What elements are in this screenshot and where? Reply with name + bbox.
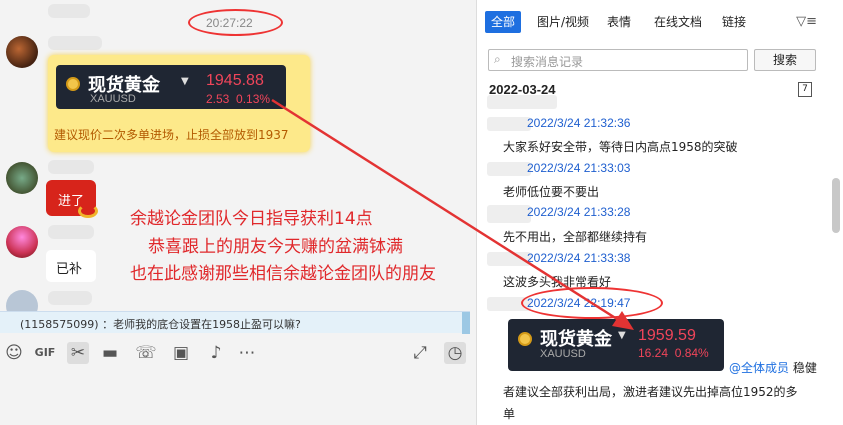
message-text: 老师低位要不要出 (503, 185, 600, 199)
search-button[interactable]: 搜索 (754, 49, 816, 71)
gold-ticker-card[interactable]: 现货黄金 ▼ XAUUSD 1959.59 16.24 0.84% (508, 319, 724, 371)
tab-stickers[interactable]: 表情 (607, 11, 631, 33)
blurred-name (48, 36, 102, 50)
bell-icon[interactable]: ♪ (205, 342, 227, 364)
phone-icon[interactable]: ☏ (135, 342, 157, 364)
image-icon[interactable]: ▣ (170, 342, 192, 364)
ticker-change: 16.24 0.84% (638, 346, 709, 360)
avatar[interactable] (6, 162, 38, 194)
gold-coin-icon (66, 77, 80, 91)
promo-line: 也在此感谢那些相信余越论金团队的朋友 (130, 264, 436, 284)
input-toolbar: ☺ GIF ✂ ▬ ☏ ▣ ♪ ⋯ ⤢ ◷ (0, 336, 476, 370)
gold-ticker-card[interactable]: 现货黄金 ▼ XAUUSD 1945.88 2.53 0.13% (56, 65, 286, 109)
chevron-down-icon: ▼ (618, 330, 626, 341)
ticker-code: XAUUSD (90, 93, 136, 105)
tab-docs[interactable]: 在线文档 (654, 11, 702, 33)
message-time: 2022/3/24 21:33:38 (527, 251, 631, 265)
tab-all[interactable]: 全部 (485, 11, 522, 33)
message-time: 2022/3/24 21:32:36 (527, 116, 631, 130)
annotation-circle (188, 9, 283, 36)
message-text: 者建议全部获利出局，激进者建议先出掉高位1952的多 (503, 385, 798, 399)
ticker-code: XAUUSD (540, 348, 586, 360)
blurred-name (487, 162, 531, 176)
message-text: 大家系好安全带，等待日内高点1958的突破 (503, 140, 738, 154)
avatar[interactable] (6, 36, 38, 68)
blurred-name (48, 291, 92, 305)
tab-media[interactable]: 图片/视频 (537, 11, 589, 33)
notice-scroll-handle[interactable] (462, 312, 470, 334)
blurred-name (48, 225, 94, 239)
search-placeholder: 搜索消息记录 (511, 55, 584, 69)
promo-line: 恭喜跟上的朋友今天赚的盆满钵满 (148, 237, 403, 257)
message-text: 单 (503, 407, 516, 421)
mention-text: @全体成员 稳健 (729, 359, 817, 376)
folder-icon[interactable]: ▬ (99, 342, 121, 364)
message-text: 已补 (56, 262, 83, 277)
avatar[interactable] (6, 226, 38, 258)
search-input[interactable]: ⌕ 搜索消息记录 (488, 49, 748, 71)
mention-suffix: 稳健 (789, 361, 817, 375)
blurred-name (487, 117, 531, 131)
blurred-name (487, 205, 531, 223)
message-time: 2022/3/24 21:33:03 (527, 161, 631, 175)
history-icon[interactable]: ◷ (444, 342, 466, 364)
scrollbar[interactable] (832, 110, 840, 425)
blurred-name (487, 252, 531, 266)
scroll-thumb[interactable] (832, 178, 840, 233)
calendar-icon[interactable]: 7 (798, 82, 812, 97)
blurred-text (487, 95, 557, 109)
message-bubble[interactable]: 已补 (46, 250, 96, 282)
mention-all-link[interactable]: @全体成员 (729, 361, 789, 375)
filter-icon[interactable]: ▽≡ (796, 14, 817, 29)
chevron-down-icon: ▼ (181, 76, 189, 87)
gold-coin-icon (518, 332, 532, 346)
gif-icon[interactable]: GIF (34, 342, 56, 364)
more-icon[interactable]: ⋯ (236, 342, 258, 364)
blurred-name (48, 4, 90, 18)
notice-bar[interactable]: (1158575099) ：老师我的底仓设置在1958止盈可以嘛? (0, 311, 470, 334)
promo-line: 余越论金团队今日指导获利14点 (130, 209, 373, 229)
expand-icon[interactable]: ⤢ (409, 342, 431, 364)
trade-advice: 建议现价二次多单进场，止损全部放到1937 (54, 128, 289, 142)
ticker-price: 1945.88 (206, 72, 264, 89)
search-icon: ⌕ (494, 52, 501, 66)
message-time: 2022/3/24 21:33:28 (527, 205, 631, 219)
ticker-change: 2.53 0.13% (206, 92, 271, 106)
history-pane: 全部 图片/视频 表情 在线文档 链接 ▽≡ ⌕ 搜索消息记录 搜索 2022-… (476, 0, 843, 425)
message-text: 先不用出，全部都继续持有 (503, 230, 648, 244)
blurred-name (48, 160, 94, 174)
chat-pane: 20:27:22 现货黄金 ▼ XAUUSD 1945.88 2.53 0.13… (0, 0, 476, 425)
scissors-icon[interactable]: ✂ (67, 342, 89, 364)
annotation-circle (521, 287, 663, 319)
emoji-icon[interactable]: ☺ (3, 342, 25, 364)
tab-links[interactable]: 链接 (722, 11, 746, 33)
notice-text: (1158575099) ：老师我的底仓设置在1958止盈可以嘛? (20, 318, 301, 331)
ticker-price: 1959.59 (638, 327, 696, 344)
decoration (78, 204, 98, 218)
